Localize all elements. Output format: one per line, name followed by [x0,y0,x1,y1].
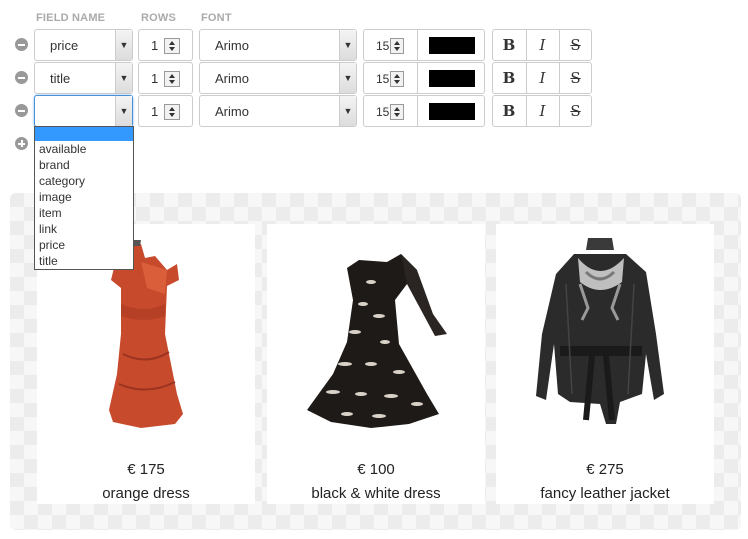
field-row: ▼ 1 Arimo ▼ 15 B I S [0,95,748,127]
product-card[interactable]: € 100 black & white dress [267,224,485,504]
field-name-value: title [50,71,71,86]
dropdown-option[interactable]: image [35,189,133,205]
field-name-select[interactable]: title ▼ [34,62,133,94]
add-field-icon[interactable] [15,137,28,150]
italic-button[interactable]: I [526,30,558,60]
black-white-dress-image [307,254,447,428]
font-value: Arimo [215,71,249,86]
text-style-group: B I S [492,62,592,94]
stepper-arrows-icon[interactable] [164,38,180,54]
stepper-arrows-icon[interactable] [390,38,404,54]
product-price: € 100 [357,461,395,478]
chevron-down-icon[interactable]: ▼ [115,30,132,60]
font-size-value[interactable]: 15 [376,72,389,86]
remove-field-icon[interactable] [15,38,28,51]
stepper-arrows-icon[interactable] [390,71,404,87]
chevron-down-icon[interactable]: ▼ [339,96,356,126]
size-color-group: 15 [363,29,485,61]
font-value: Arimo [215,104,249,119]
dropdown-option[interactable] [35,127,133,141]
font-select[interactable]: Arimo ▼ [199,95,357,127]
field-name-value: price [50,38,79,53]
product-price: € 175 [127,461,165,478]
dropdown-option[interactable]: available [35,141,133,157]
text-style-group: B I S [492,29,592,61]
stepper-arrows-icon[interactable] [164,71,180,87]
rows-value: 1 [151,104,159,119]
bold-button[interactable]: B [493,96,525,126]
rows-value: 1 [151,38,159,53]
product-price: € 275 [586,461,624,478]
product-name: orange dress [102,485,190,502]
chevron-down-icon[interactable]: ▼ [115,63,132,93]
dropdown-option[interactable]: item [35,205,133,221]
strikethrough-button[interactable]: S [559,30,591,60]
divider [417,96,418,126]
chevron-down-icon[interactable]: ▼ [339,30,356,60]
font-size-value[interactable]: 15 [376,105,389,119]
rows-stepper[interactable]: 1 [138,62,193,94]
rows-value: 1 [151,71,159,86]
size-color-group: 15 [363,95,485,127]
text-style-group: B I S [492,95,592,127]
strikethrough-button[interactable]: S [559,96,591,126]
field-name-dropdown: available brand category image item link… [34,126,134,270]
product-card[interactable]: € 275 fancy leather jacket [496,224,714,504]
product-name: black & white dress [311,485,441,502]
dropdown-option[interactable]: link [35,221,133,237]
dropdown-option[interactable]: brand [35,157,133,173]
italic-button[interactable]: I [526,63,558,93]
field-name-select[interactable]: ▼ [34,95,133,127]
bold-button[interactable]: B [493,30,525,60]
color-swatch[interactable] [429,103,475,120]
field-row: title ▼ 1 Arimo ▼ 15 B I S [0,62,748,94]
remove-field-icon[interactable] [15,104,28,117]
header-rows: ROWS [141,12,177,24]
divider [417,63,418,93]
rows-stepper[interactable]: 1 [138,29,193,61]
font-size-value[interactable]: 15 [376,39,389,53]
strikethrough-button[interactable]: S [559,63,591,93]
font-value: Arimo [215,38,249,53]
font-select[interactable]: Arimo ▼ [199,62,357,94]
color-swatch[interactable] [429,70,475,87]
chevron-down-icon[interactable]: ▼ [339,63,356,93]
product-name: fancy leather jacket [540,485,670,502]
stepper-arrows-icon[interactable] [390,104,404,120]
dropdown-option[interactable]: title [35,253,133,269]
font-select[interactable]: Arimo ▼ [199,29,357,61]
size-color-group: 15 [363,62,485,94]
italic-button[interactable]: I [526,96,558,126]
divider [417,30,418,60]
bold-button[interactable]: B [493,63,525,93]
header-font: FONT [201,12,232,24]
field-row: price ▼ 1 Arimo ▼ 15 B I S [0,29,748,61]
chevron-down-icon[interactable]: ▼ [115,96,132,126]
header-field-name: FIELD NAME [36,12,106,24]
dropdown-option[interactable]: price [35,237,133,253]
field-name-select[interactable]: price ▼ [34,29,133,61]
stepper-arrows-icon[interactable] [164,104,180,120]
color-swatch[interactable] [429,37,475,54]
remove-field-icon[interactable] [15,71,28,84]
leather-jacket-image [536,238,664,424]
dropdown-option[interactable]: category [35,173,133,189]
rows-stepper[interactable]: 1 [138,95,193,127]
